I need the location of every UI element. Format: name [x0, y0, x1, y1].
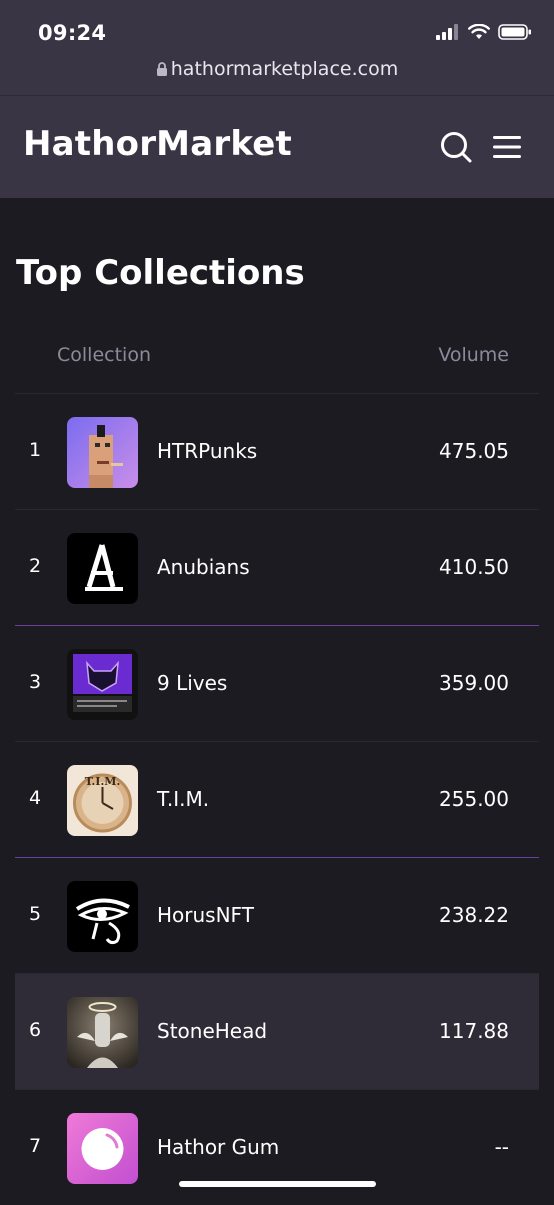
collection-name[interactable]: T.I.M. [157, 787, 209, 811]
rank: 3 [29, 671, 42, 693]
collection-volume: 238.22 [439, 903, 509, 927]
rank: 4 [29, 787, 42, 809]
collection-row[interactable]: 4 T.I.M. T.I.M. 255.00 [15, 741, 539, 857]
column-header-collection[interactable]: Collection [57, 344, 151, 366]
page-title: Top Collections [16, 253, 305, 293]
wifi-icon [468, 24, 490, 39]
collection-row[interactable]: 2 Anubians 410.50 [15, 509, 539, 625]
rank: 6 [29, 1019, 42, 1041]
collection-volume: 475.05 [439, 439, 509, 463]
rank: 1 [29, 439, 42, 461]
status-icons [436, 24, 532, 40]
search-button[interactable] [438, 129, 474, 165]
collection-name[interactable]: HTRPunks [157, 439, 257, 463]
collection-volume: 359.00 [439, 671, 509, 695]
collections-table: 1 HTRPunks 475.05 2 Anubians 410.50 3 9 … [15, 393, 539, 1205]
rank: 5 [29, 903, 42, 925]
url-bar[interactable]: hathormarketplace.com [0, 58, 554, 80]
collection-volume: -- [494, 1135, 509, 1159]
collection-thumbnail-tim: T.I.M. [67, 765, 138, 836]
collection-thumbnail-htrpunks [67, 417, 138, 488]
collection-row[interactable]: 3 9 Lives 359.00 [15, 625, 539, 741]
collection-name[interactable]: Anubians [157, 555, 250, 579]
hamburger-menu-icon [493, 136, 521, 158]
app-header: HathorMarket [0, 95, 554, 198]
cellular-signal-icon [436, 24, 458, 40]
collection-name[interactable]: StoneHead [157, 1019, 267, 1043]
browser-top-bar: 09:24 hathormarketplace.com [0, 0, 554, 95]
collection-row[interactable]: 7 Hathor Gum -- [15, 1089, 539, 1205]
collection-thumbnail-anubians [67, 533, 138, 604]
collection-volume: 255.00 [439, 787, 509, 811]
collection-volume: 410.50 [439, 555, 509, 579]
brand-logo-text[interactable]: HathorMarket [23, 124, 292, 164]
url-text: hathormarketplace.com [170, 58, 399, 80]
collection-thumbnail-9-lives [67, 649, 138, 720]
home-indicator[interactable] [179, 1181, 376, 1187]
collection-thumbnail-hathor-gum [67, 1113, 138, 1184]
column-header-volume[interactable]: Volume [438, 344, 509, 366]
main-content: Top Collections Collection Volume 1 HTRP… [0, 197, 554, 1200]
rank: 2 [29, 555, 42, 577]
collection-row[interactable]: 5 HorusNFT 238.22 [15, 857, 539, 973]
rank: 7 [29, 1135, 42, 1157]
collection-name[interactable]: 9 Lives [157, 671, 227, 695]
lock-icon [156, 62, 167, 76]
collection-row[interactable]: 6 StoneHead 117.88 [15, 973, 539, 1089]
menu-button[interactable] [489, 129, 525, 165]
battery-icon [498, 24, 531, 40]
collection-name[interactable]: Hathor Gum [157, 1135, 279, 1159]
collection-thumbnail-stonehead [67, 997, 138, 1068]
collection-row[interactable]: 1 HTRPunks 475.05 [15, 393, 539, 509]
status-time: 09:24 [38, 21, 107, 45]
collection-name[interactable]: HorusNFT [157, 903, 254, 927]
collection-volume: 117.88 [439, 1019, 509, 1043]
tim-logo-text: T.I.M. [85, 775, 121, 788]
search-icon [441, 132, 472, 163]
collection-thumbnail-horusnft [67, 881, 138, 952]
